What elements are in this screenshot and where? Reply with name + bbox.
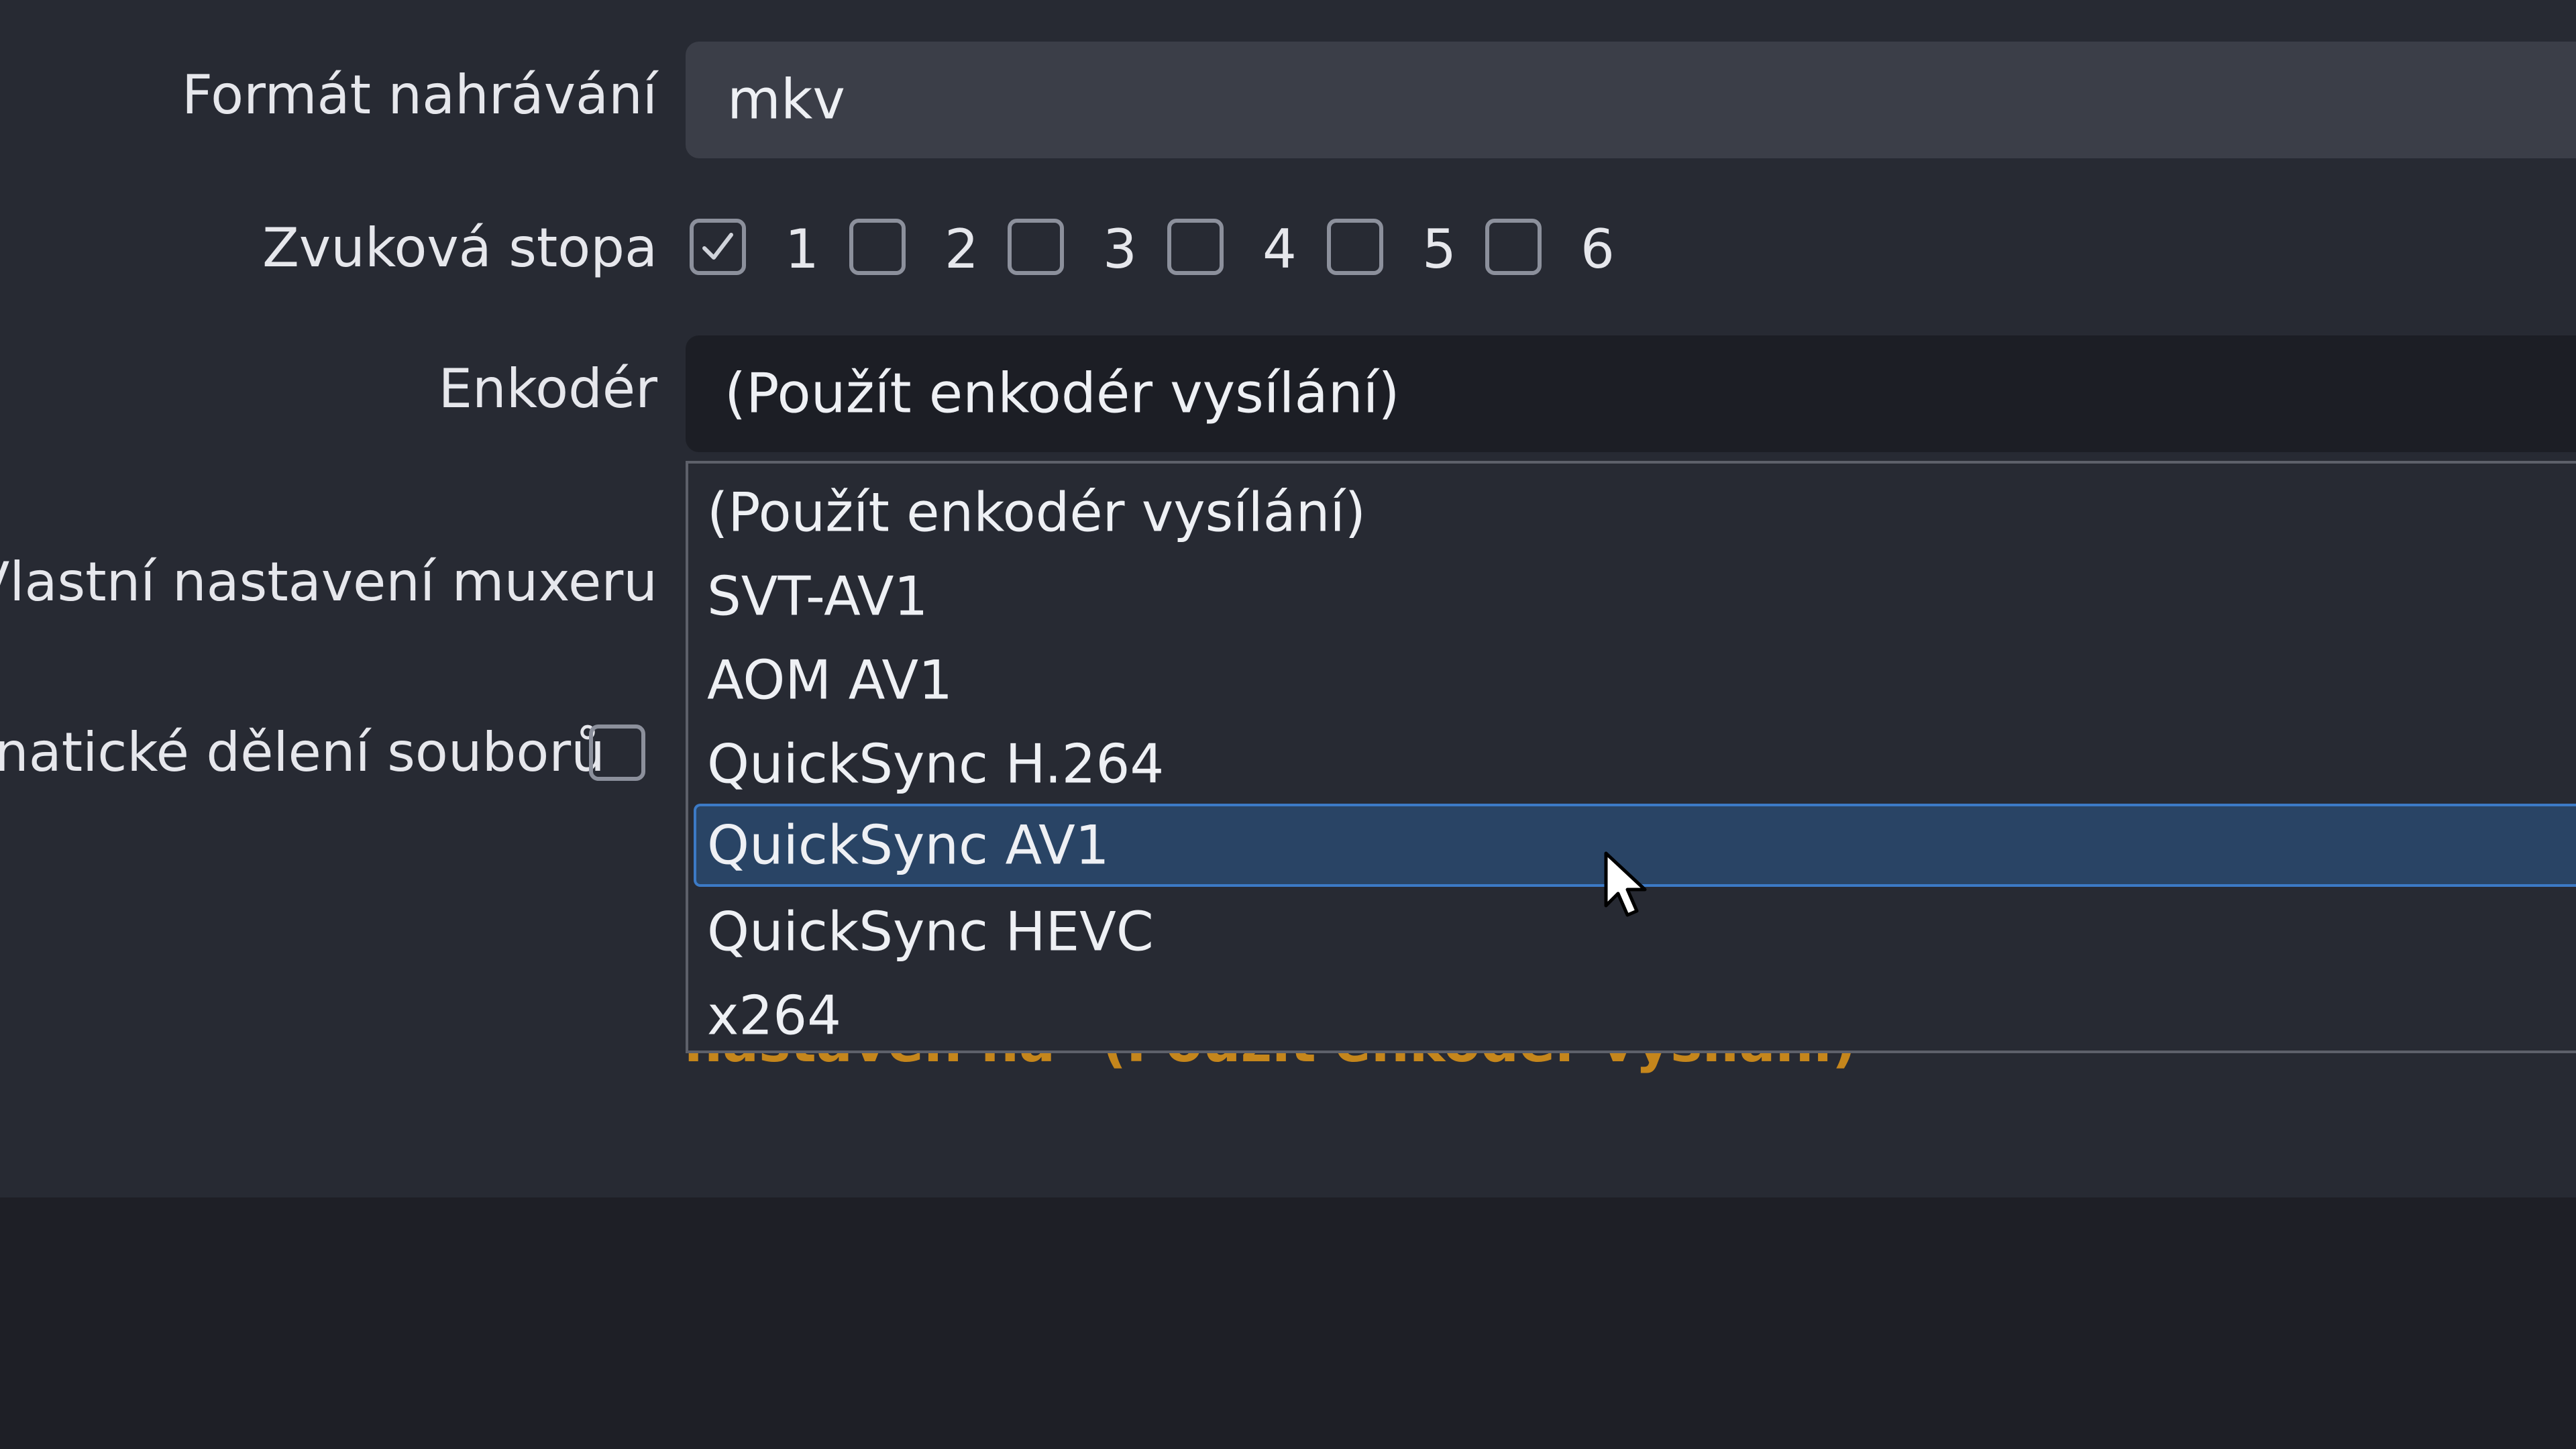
audio-track-1-checkbox[interactable]	[690, 219, 746, 275]
muxer-label: Vlastní nastavení muxeru	[0, 551, 657, 613]
audio-track-4-checkbox[interactable]	[1167, 219, 1224, 275]
encoder-option[interactable]: x264	[694, 974, 2576, 1057]
audio-track-label: Zvuková stopa	[262, 217, 657, 279]
encoder-option[interactable]: (Použít enkodér vysílání)	[694, 471, 2576, 554]
audio-track-3-label: 3	[1103, 218, 1137, 280]
encoder-select[interactable]: (Použít enkodér vysílání)	[686, 335, 2576, 452]
file-split-label: natické dělení souborů	[0, 721, 605, 784]
checkmark-icon	[702, 233, 733, 260]
audio-track-3-checkbox[interactable]	[1008, 219, 1064, 275]
encoder-option[interactable]: SVT-AV1	[694, 555, 2576, 638]
encoder-option-label: QuickSync HEVC	[707, 900, 1154, 963]
audio-track-2-checkbox[interactable]	[849, 219, 906, 275]
encoder-option-label: QuickSync AV1	[707, 814, 1110, 877]
audio-track-1-label: 1	[785, 218, 819, 280]
recording-format-label: Formát nahrávání	[182, 64, 657, 126]
audio-track-6-label: 6	[1580, 218, 1615, 280]
file-split-checkbox[interactable]	[589, 724, 645, 781]
audio-track-6-checkbox[interactable]	[1485, 219, 1542, 275]
recording-format-value: mkv	[727, 68, 845, 132]
audio-track-5-checkbox[interactable]	[1327, 219, 1383, 275]
encoder-dropdown-list[interactable]: (Použít enkodér vysílání) SVT-AV1 AOM AV…	[686, 461, 2576, 1053]
audio-track-2-label: 2	[945, 218, 979, 280]
encoder-option-label: AOM AV1	[707, 649, 953, 712]
settings-panel: Formát nahrávání mkv Zvuková stopa 1 2 3…	[0, 0, 2576, 1197]
encoder-option-label: SVT-AV1	[707, 565, 928, 628]
encoder-option-label: x264	[707, 984, 842, 1047]
audio-track-5-label: 5	[1422, 218, 1456, 280]
bottom-area	[0, 1197, 2576, 1449]
encoder-option-label: QuickSync H.264	[707, 733, 1165, 796]
encoder-value: (Použít enkodér vysílání)	[724, 362, 1400, 426]
encoder-label: Enkodér	[438, 358, 657, 420]
encoder-option[interactable]: AOM AV1	[694, 639, 2576, 722]
recording-format-select[interactable]: mkv	[686, 42, 2576, 158]
audio-track-4-label: 4	[1263, 218, 1297, 280]
encoder-option[interactable]: QuickSync H.264	[694, 722, 2576, 806]
mouse-cursor-icon	[1604, 851, 1647, 917]
encoder-option-label: (Použít enkodér vysílání)	[707, 481, 1366, 544]
